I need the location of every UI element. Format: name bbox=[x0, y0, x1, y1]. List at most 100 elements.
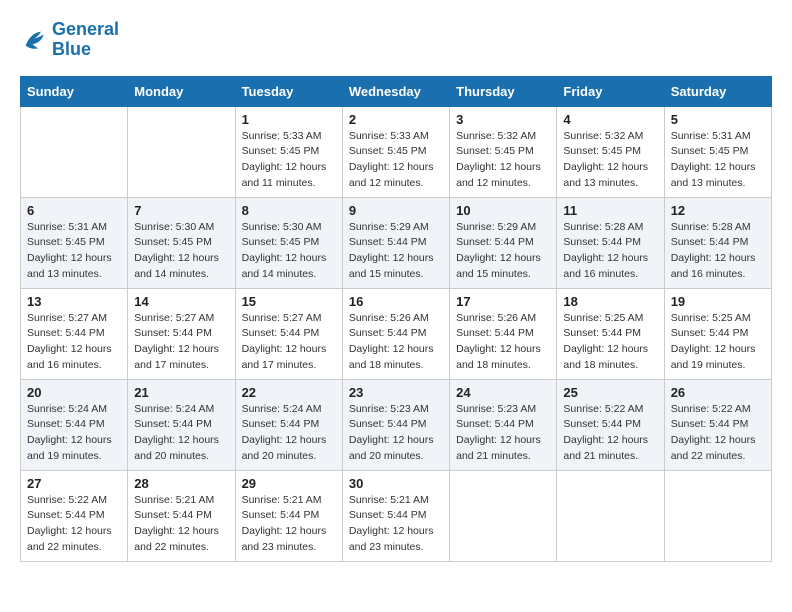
calendar-cell: 5 Sunrise: 5:31 AM Sunset: 5:45 PM Daylig… bbox=[664, 106, 771, 197]
calendar-cell: 1 Sunrise: 5:33 AM Sunset: 5:45 PM Daylig… bbox=[235, 106, 342, 197]
day-number: 28 bbox=[134, 476, 228, 491]
calendar-day-header: Thursday bbox=[450, 76, 557, 106]
calendar-day-header: Wednesday bbox=[342, 76, 449, 106]
calendar-week-row: 6 Sunrise: 5:31 AM Sunset: 5:45 PM Daylig… bbox=[21, 197, 772, 288]
day-info: Sunrise: 5:26 AM Sunset: 5:44 PM Dayligh… bbox=[456, 311, 550, 374]
day-info: Sunrise: 5:23 AM Sunset: 5:44 PM Dayligh… bbox=[349, 402, 443, 465]
calendar-week-row: 27 Sunrise: 5:22 AM Sunset: 5:44 PM Dayli… bbox=[21, 470, 772, 561]
calendar-cell bbox=[664, 470, 771, 561]
day-info: Sunrise: 5:27 AM Sunset: 5:44 PM Dayligh… bbox=[134, 311, 228, 374]
day-number: 10 bbox=[456, 203, 550, 218]
calendar-cell: 23 Sunrise: 5:23 AM Sunset: 5:44 PM Dayli… bbox=[342, 379, 449, 470]
day-number: 7 bbox=[134, 203, 228, 218]
day-info: Sunrise: 5:21 AM Sunset: 5:44 PM Dayligh… bbox=[349, 493, 443, 556]
day-number: 6 bbox=[27, 203, 121, 218]
calendar-cell: 14 Sunrise: 5:27 AM Sunset: 5:44 PM Dayli… bbox=[128, 288, 235, 379]
calendar-header-row: SundayMondayTuesdayWednesdayThursdayFrid… bbox=[21, 76, 772, 106]
day-number: 30 bbox=[349, 476, 443, 491]
day-number: 3 bbox=[456, 112, 550, 127]
calendar-cell: 25Sunrise: 5:22 AM Sunset: 5:44 PM Dayli… bbox=[557, 379, 664, 470]
day-number: 18 bbox=[563, 294, 657, 309]
day-number: 27 bbox=[27, 476, 121, 491]
calendar-cell: 8 Sunrise: 5:30 AM Sunset: 5:45 PM Daylig… bbox=[235, 197, 342, 288]
day-number: 26 bbox=[671, 385, 765, 400]
calendar-cell: 2 Sunrise: 5:33 AM Sunset: 5:45 PM Daylig… bbox=[342, 106, 449, 197]
day-info: Sunrise: 5:29 AM Sunset: 5:44 PM Dayligh… bbox=[349, 220, 443, 283]
day-number: 23 bbox=[349, 385, 443, 400]
calendar-week-row: 13 Sunrise: 5:27 AM Sunset: 5:44 PM Dayli… bbox=[21, 288, 772, 379]
day-info: Sunrise: 5:22 AM Sunset: 5:44 PM Dayligh… bbox=[27, 493, 121, 556]
calendar-cell bbox=[450, 470, 557, 561]
day-info: Sunrise: 5:21 AM Sunset: 5:44 PM Dayligh… bbox=[134, 493, 228, 556]
calendar-cell: 13Sunrise: 5:27 AM Sunset: 5:44 PM Dayli… bbox=[21, 288, 128, 379]
day-number: 29 bbox=[242, 476, 336, 491]
day-number: 15 bbox=[242, 294, 336, 309]
day-info: Sunrise: 5:30 AM Sunset: 5:45 PM Dayligh… bbox=[242, 220, 336, 283]
calendar-day-header: Tuesday bbox=[235, 76, 342, 106]
day-info: Sunrise: 5:27 AM Sunset: 5:44 PM Dayligh… bbox=[242, 311, 336, 374]
day-number: 8 bbox=[242, 203, 336, 218]
calendar-cell: 22 Sunrise: 5:24 AM Sunset: 5:44 PM Dayli… bbox=[235, 379, 342, 470]
calendar-cell: 10 Sunrise: 5:29 AM Sunset: 5:44 PM Dayli… bbox=[450, 197, 557, 288]
calendar-week-row: 20 Sunrise: 5:24 AM Sunset: 5:44 PM Dayli… bbox=[21, 379, 772, 470]
calendar-cell: 15 Sunrise: 5:27 AM Sunset: 5:44 PM Dayli… bbox=[235, 288, 342, 379]
calendar-cell: 4Sunrise: 5:32 AM Sunset: 5:45 PM Daylig… bbox=[557, 106, 664, 197]
day-number: 22 bbox=[242, 385, 336, 400]
calendar-cell: 28 Sunrise: 5:21 AM Sunset: 5:44 PM Dayli… bbox=[128, 470, 235, 561]
day-number: 21 bbox=[134, 385, 228, 400]
day-number: 17 bbox=[456, 294, 550, 309]
day-number: 2 bbox=[349, 112, 443, 127]
day-info: Sunrise: 5:25 AM Sunset: 5:44 PM Dayligh… bbox=[671, 311, 765, 374]
day-number: 12 bbox=[671, 203, 765, 218]
day-number: 14 bbox=[134, 294, 228, 309]
day-number: 5 bbox=[671, 112, 765, 127]
calendar-cell: 29 Sunrise: 5:21 AM Sunset: 5:44 PM Dayli… bbox=[235, 470, 342, 561]
calendar-cell: 19Sunrise: 5:25 AM Sunset: 5:44 PM Dayli… bbox=[664, 288, 771, 379]
calendar-week-row: 1 Sunrise: 5:33 AM Sunset: 5:45 PM Daylig… bbox=[21, 106, 772, 197]
day-info: Sunrise: 5:32 AM Sunset: 5:45 PM Dayligh… bbox=[456, 129, 550, 192]
calendar-cell: 9 Sunrise: 5:29 AM Sunset: 5:44 PM Daylig… bbox=[342, 197, 449, 288]
day-info: Sunrise: 5:33 AM Sunset: 5:45 PM Dayligh… bbox=[349, 129, 443, 192]
calendar-day-header: Sunday bbox=[21, 76, 128, 106]
calendar-cell bbox=[557, 470, 664, 561]
day-info: Sunrise: 5:33 AM Sunset: 5:45 PM Dayligh… bbox=[242, 129, 336, 192]
day-info: Sunrise: 5:29 AM Sunset: 5:44 PM Dayligh… bbox=[456, 220, 550, 283]
day-number: 20 bbox=[27, 385, 121, 400]
day-info: Sunrise: 5:31 AM Sunset: 5:45 PM Dayligh… bbox=[27, 220, 121, 283]
calendar-day-header: Saturday bbox=[664, 76, 771, 106]
day-info: Sunrise: 5:24 AM Sunset: 5:44 PM Dayligh… bbox=[242, 402, 336, 465]
calendar-cell: 24 Sunrise: 5:23 AM Sunset: 5:44 PM Dayli… bbox=[450, 379, 557, 470]
day-number: 9 bbox=[349, 203, 443, 218]
calendar-cell: 26 Sunrise: 5:22 AM Sunset: 5:44 PM Dayli… bbox=[664, 379, 771, 470]
calendar-cell: 6 Sunrise: 5:31 AM Sunset: 5:45 PM Daylig… bbox=[21, 197, 128, 288]
day-number: 16 bbox=[349, 294, 443, 309]
day-info: Sunrise: 5:24 AM Sunset: 5:44 PM Dayligh… bbox=[27, 402, 121, 465]
day-number: 1 bbox=[242, 112, 336, 127]
logo-icon bbox=[20, 26, 48, 54]
calendar-cell bbox=[128, 106, 235, 197]
calendar-cell: 21 Sunrise: 5:24 AM Sunset: 5:44 PM Dayli… bbox=[128, 379, 235, 470]
calendar-cell: 27 Sunrise: 5:22 AM Sunset: 5:44 PM Dayli… bbox=[21, 470, 128, 561]
day-info: Sunrise: 5:28 AM Sunset: 5:44 PM Dayligh… bbox=[563, 220, 657, 283]
day-info: Sunrise: 5:22 AM Sunset: 5:44 PM Dayligh… bbox=[671, 402, 765, 465]
day-info: Sunrise: 5:26 AM Sunset: 5:44 PM Dayligh… bbox=[349, 311, 443, 374]
calendar-cell: 11 Sunrise: 5:28 AM Sunset: 5:44 PM Dayli… bbox=[557, 197, 664, 288]
day-info: Sunrise: 5:30 AM Sunset: 5:45 PM Dayligh… bbox=[134, 220, 228, 283]
day-info: Sunrise: 5:31 AM Sunset: 5:45 PM Dayligh… bbox=[671, 129, 765, 192]
calendar-cell: 7 Sunrise: 5:30 AM Sunset: 5:45 PM Daylig… bbox=[128, 197, 235, 288]
calendar-cell bbox=[21, 106, 128, 197]
day-number: 13 bbox=[27, 294, 121, 309]
day-info: Sunrise: 5:24 AM Sunset: 5:44 PM Dayligh… bbox=[134, 402, 228, 465]
calendar-day-header: Friday bbox=[557, 76, 664, 106]
page-header: General Blue bbox=[20, 20, 772, 60]
calendar-table: SundayMondayTuesdayWednesdayThursdayFrid… bbox=[20, 76, 772, 562]
day-number: 11 bbox=[563, 203, 657, 218]
calendar-cell: 16 Sunrise: 5:26 AM Sunset: 5:44 PM Dayli… bbox=[342, 288, 449, 379]
day-number: 24 bbox=[456, 385, 550, 400]
day-info: Sunrise: 5:21 AM Sunset: 5:44 PM Dayligh… bbox=[242, 493, 336, 556]
logo: General Blue bbox=[20, 20, 119, 60]
day-info: Sunrise: 5:23 AM Sunset: 5:44 PM Dayligh… bbox=[456, 402, 550, 465]
calendar-cell: 12 Sunrise: 5:28 AM Sunset: 5:44 PM Dayli… bbox=[664, 197, 771, 288]
day-info: Sunrise: 5:32 AM Sunset: 5:45 PM Dayligh… bbox=[563, 129, 657, 192]
day-info: Sunrise: 5:28 AM Sunset: 5:44 PM Dayligh… bbox=[671, 220, 765, 283]
